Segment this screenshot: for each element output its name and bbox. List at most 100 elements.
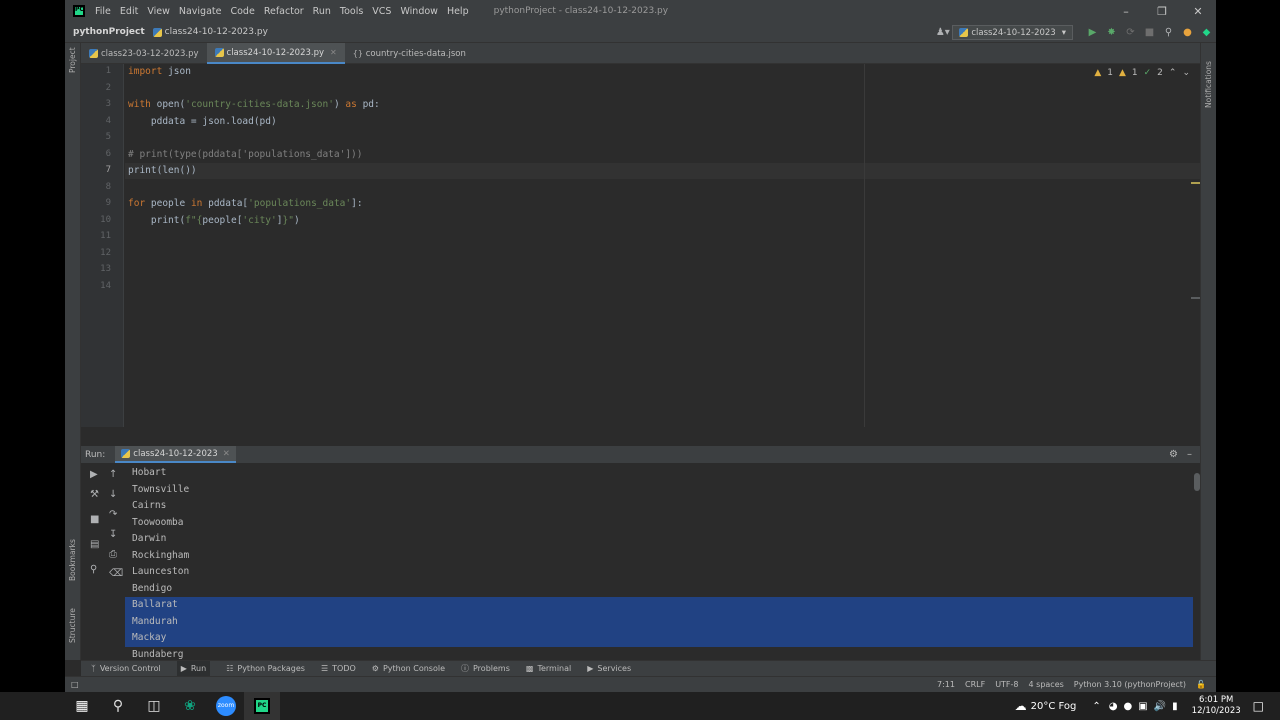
user-icon[interactable]: ♟▾: [933, 22, 952, 43]
close-window-button[interactable]: ✕: [1180, 0, 1216, 22]
keyword: for: [128, 198, 146, 209]
json-file-icon: {}: [352, 49, 363, 58]
menu-edit[interactable]: Edit: [120, 6, 138, 17]
tab-run[interactable]: ▶ Run: [176, 660, 211, 677]
task-view-icon[interactable]: ◫: [136, 692, 172, 720]
code-text: ): [333, 99, 346, 110]
structure-tool-button[interactable]: Structure: [68, 608, 77, 643]
weather-icon[interactable]: ☁: [1015, 699, 1027, 713]
tab-python-console[interactable]: ⚙ Python Console: [372, 664, 445, 673]
tool-windows-icon[interactable]: □: [71, 680, 79, 689]
output-line: Bundaberg: [132, 648, 184, 660]
chatgpt-icon[interactable]: ❀: [172, 692, 208, 720]
notifications-tool-button[interactable]: Notifications: [1204, 61, 1213, 108]
chevron-up-icon[interactable]: ⌃: [1169, 68, 1177, 78]
menu-vcs[interactable]: VCS: [372, 6, 391, 17]
menu-help[interactable]: Help: [447, 6, 469, 17]
chevron-down-icon: ▾: [1061, 27, 1066, 38]
tab-class24[interactable]: class24-10-12-2023.py ✕: [206, 43, 345, 64]
windows-start-icon[interactable]: ▦: [64, 692, 100, 720]
menu-tools[interactable]: Tools: [340, 6, 363, 17]
menu-file[interactable]: File: [95, 6, 111, 17]
print-icon[interactable]: ⎙: [109, 549, 117, 560]
file-encoding[interactable]: UTF-8: [995, 680, 1018, 689]
wrench-icon[interactable]: ⚒: [90, 489, 99, 500]
ide-services-icon[interactable]: ◆: [1197, 22, 1216, 43]
run-config-selector[interactable]: class24-10-12-2023 ▾: [952, 25, 1073, 40]
run-tab[interactable]: class24-10-12-2023 ✕: [115, 446, 236, 463]
hide-icon[interactable]: –: [1187, 449, 1192, 460]
output-line: Toowoomba: [132, 516, 184, 528]
window-title: pythonProject - class24-10-12-2023.py: [493, 6, 669, 16]
nav-toolbar: ♟▾ class24-10-12-2023 ▾ ▶ ✸ ⟳ ■ ⚲ ● ◆: [933, 22, 1216, 43]
menu-navigate[interactable]: Navigate: [179, 6, 222, 17]
notification-icon[interactable]: □: [1253, 699, 1264, 713]
tab-problems[interactable]: ⓘ Problems: [461, 663, 510, 674]
error-stripe-marker[interactable]: [1191, 297, 1200, 299]
menu-refactor[interactable]: Refactor: [264, 6, 304, 17]
down-arrow-icon[interactable]: ↓: [109, 489, 117, 500]
tab-json[interactable]: {} country-cities-data.json: [345, 43, 474, 64]
tab-terminal[interactable]: ▩ Terminal: [526, 664, 571, 673]
tab-todo[interactable]: ☰ TODO: [321, 664, 356, 673]
maximize-button[interactable]: ❐: [1144, 0, 1180, 22]
network-icon[interactable]: ▣: [1138, 701, 1147, 712]
clock[interactable]: 6:01 PM 12/10/2023: [1192, 695, 1241, 717]
stop-icon[interactable]: ■: [1140, 22, 1159, 43]
error-stripe-marker[interactable]: [1191, 182, 1200, 184]
pin-icon[interactable]: ⚲: [90, 564, 97, 575]
scroll-to-end-icon[interactable]: ↧: [109, 529, 117, 540]
menu-code[interactable]: Code: [230, 6, 254, 17]
menu-run[interactable]: Run: [313, 6, 331, 17]
bookmarks-tool-button[interactable]: Bookmarks: [68, 539, 77, 581]
weather-text[interactable]: 20°C Fog: [1031, 701, 1077, 712]
minimize-button[interactable]: –: [1108, 0, 1144, 22]
rerun-icon[interactable]: ▶: [90, 469, 98, 480]
lock-icon[interactable]: 🔓: [1196, 680, 1206, 689]
search-icon[interactable]: ⚲: [1159, 22, 1178, 43]
code-line-6: # print(type(pddata['populations_data'])…: [128, 148, 363, 160]
line-separator[interactable]: CRLF: [965, 680, 985, 689]
trash-icon[interactable]: ⌫: [109, 568, 123, 579]
interpreter-selector[interactable]: Python 3.10 (pythonProject): [1074, 680, 1186, 689]
run-output[interactable]: Hobart Townsville Cairns Toowoomba Darwi…: [125, 463, 1200, 660]
coverage-icon[interactable]: ⟳: [1121, 22, 1140, 43]
tab-services[interactable]: ▶ Services: [587, 664, 631, 673]
debug-icon[interactable]: ✸: [1102, 22, 1121, 43]
line-number: 7: [105, 165, 111, 175]
zoom-app-icon[interactable]: zoom: [208, 692, 244, 720]
battery-icon[interactable]: ▮: [1172, 701, 1178, 712]
inspection-widget[interactable]: ▲ 1 ▲ 1 ✓ 2 ⌃ ⌄: [1088, 68, 1190, 78]
tab-class23[interactable]: class23-03-12-2023.py: [81, 43, 207, 64]
soft-wrap-icon[interactable]: ↷: [109, 509, 117, 520]
tab-python-packages[interactable]: ☷ Python Packages: [226, 664, 305, 673]
up-arrow-icon[interactable]: ↑: [109, 469, 117, 480]
volume-icon[interactable]: 🔊: [1154, 701, 1166, 712]
breadcrumb-file[interactable]: class24-10-12-2023.py: [152, 27, 268, 37]
update-icon[interactable]: ●: [1178, 22, 1197, 43]
menu-view[interactable]: View: [147, 6, 170, 17]
close-tab-icon[interactable]: ✕: [330, 48, 337, 57]
code-editor[interactable]: 1 2 3 4 5 6 7 8 9 10 11 12 13 14 import …: [81, 64, 1200, 427]
output-scrollbar[interactable]: [1194, 473, 1200, 491]
tab-version-control[interactable]: ᛉ Version Control: [91, 664, 161, 673]
meet-icon[interactable]: ◕: [1109, 701, 1118, 712]
microphone-icon[interactable]: ●: [1124, 701, 1133, 712]
chevron-up-icon[interactable]: ⌃: [1092, 701, 1100, 712]
breadcrumb-project[interactable]: pythonProject: [73, 27, 145, 37]
menu-window[interactable]: Window: [400, 6, 437, 17]
layout-icon[interactable]: ▤: [90, 539, 99, 550]
code-line-9: for people in pddata['populations_data']…: [128, 196, 363, 212]
run-icon[interactable]: ▶: [1083, 22, 1102, 43]
caret-position[interactable]: 7:11: [937, 680, 955, 689]
line-number: 3: [105, 99, 111, 109]
pycharm-taskbar-icon[interactable]: PC: [244, 692, 280, 720]
close-tab-icon[interactable]: ✕: [223, 449, 230, 459]
indent-setting[interactable]: 4 spaces: [1029, 680, 1064, 689]
tool-tab-label: Run: [190, 664, 207, 673]
project-tool-button[interactable]: Project: [68, 47, 77, 73]
gear-icon[interactable]: ⚙: [1169, 449, 1178, 460]
stop-icon[interactable]: ■: [90, 514, 99, 525]
search-icon[interactable]: ⚲: [100, 692, 136, 720]
chevron-down-icon[interactable]: ⌄: [1182, 68, 1190, 78]
